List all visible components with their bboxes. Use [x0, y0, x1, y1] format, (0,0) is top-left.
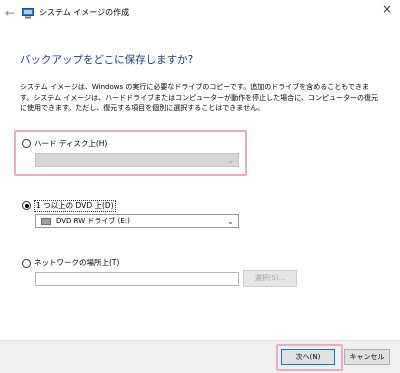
dvd-radio[interactable]: [22, 201, 31, 210]
hard-disk-radio[interactable]: [22, 139, 31, 148]
system-image-icon: [22, 8, 34, 19]
dvd-drive-dropdown[interactable]: DVD RW ドライブ (E:) ⌄: [35, 214, 239, 228]
network-radio[interactable]: [22, 259, 31, 268]
next-button[interactable]: 次へ(N): [281, 349, 335, 365]
dvd-drive-icon: [41, 218, 51, 225]
chevron-down-icon: ⌄: [227, 217, 234, 226]
chevron-down-icon: ⌄: [227, 156, 234, 165]
hard-disk-dropdown: ⌄: [35, 153, 239, 167]
title-bar: ← システム イメージの作成 ×: [0, 0, 400, 28]
close-icon[interactable]: ×: [380, 2, 394, 16]
dvd-label[interactable]: 1 つ以上の DVD 上(D): [34, 200, 116, 212]
cancel-button[interactable]: キャンセル: [344, 349, 390, 365]
page-heading: バックアップをどこに保存しますか?: [20, 54, 194, 66]
network-label[interactable]: ネットワークの場所上(T): [34, 258, 119, 268]
dvd-drive-dropdown-value: DVD RW ドライブ (E:): [56, 217, 130, 225]
window-title: システム イメージの作成: [39, 8, 130, 17]
network-location-input[interactable]: [35, 272, 239, 286]
back-arrow-icon[interactable]: ←: [3, 6, 17, 20]
description-text: システム イメージは、Windows の実行に必要なドライブのコピーです。追加の…: [20, 83, 378, 112]
select-location-button[interactable]: 選択(S)...: [243, 270, 297, 287]
hard-disk-label[interactable]: ハード ディスク上(H): [34, 139, 107, 149]
